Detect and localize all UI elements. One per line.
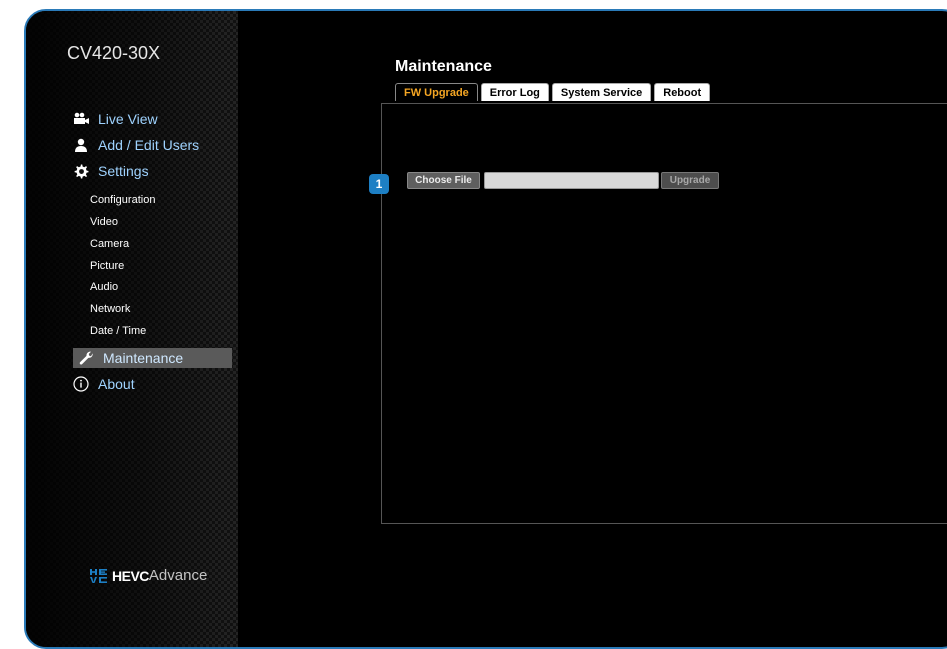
choose-file-button[interactable]: Choose File — [407, 172, 480, 189]
logo-wordmark-bold: HEVC — [112, 567, 149, 584]
logo-wordmark-light: Advance — [148, 567, 208, 584]
step-badge: 1 — [369, 174, 389, 194]
upgrade-button[interactable]: Upgrade — [661, 172, 719, 189]
hevc-advance-logo: HEVC Advance — [90, 567, 207, 584]
settings-item-camera[interactable]: Camera — [90, 238, 129, 250]
nav-label: Settings — [98, 163, 149, 179]
sidebar: CV420-30X Live View Add / Edit Users Set… — [26, 11, 238, 647]
device-model: CV420-30X — [67, 43, 161, 63]
settings-item-picture[interactable]: Picture — [90, 260, 124, 272]
info-icon — [72, 376, 90, 392]
maintenance-tabs: FW Upgrade Error Log System Service Rebo… — [395, 83, 713, 101]
settings-item-video[interactable]: Video — [90, 216, 118, 228]
nav-label: Maintenance — [103, 350, 184, 366]
tab-system-service[interactable]: System Service — [551, 83, 652, 101]
camera-icon — [72, 111, 90, 127]
nav-label: About — [98, 376, 135, 392]
nav-about[interactable]: About — [72, 374, 232, 394]
page-title: Maintenance — [395, 58, 492, 75]
tab-error-log[interactable]: Error Log — [480, 83, 549, 101]
settings-item-date-time[interactable]: Date / Time — [90, 325, 146, 337]
settings-item-audio[interactable]: Audio — [90, 281, 118, 293]
nav-settings[interactable]: Settings — [72, 161, 232, 181]
nav-add-edit-users[interactable]: Add / Edit Users — [72, 135, 232, 155]
nav-live-view[interactable]: Live View — [72, 109, 232, 129]
hevc-mark-icon — [90, 568, 107, 583]
tab-reboot[interactable]: Reboot — [654, 83, 711, 101]
settings-item-network[interactable]: Network — [90, 303, 130, 315]
file-path-field[interactable] — [484, 172, 659, 189]
wrench-icon — [77, 350, 95, 366]
tab-fw-upgrade[interactable]: FW Upgrade — [395, 83, 478, 101]
settings-item-configuration[interactable]: Configuration — [90, 194, 155, 206]
nav-maintenance[interactable]: Maintenance — [73, 348, 232, 368]
gear-icon — [72, 163, 90, 179]
nav-label: Live View — [98, 111, 158, 127]
app-window: CV420-30X Live View Add / Edit Users Set… — [24, 9, 947, 649]
user-icon — [72, 137, 90, 153]
tab-content-panel — [381, 103, 947, 524]
nav-label: Add / Edit Users — [98, 137, 200, 153]
